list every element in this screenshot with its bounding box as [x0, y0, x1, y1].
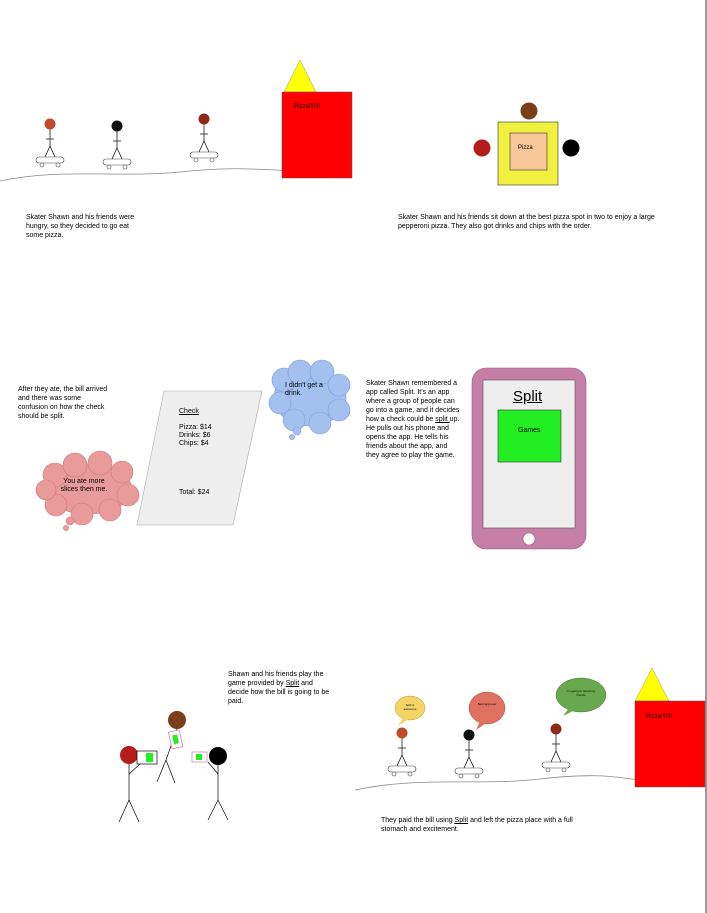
panel-1-caption: Skater Shawn and his friends were hungry…: [26, 214, 135, 239]
pizza-shop-roof: [634, 667, 670, 702]
ground-line: [354, 775, 641, 791]
panel-6-scene: [354, 667, 706, 791]
panel-2-caption: Skater Shawn and his friends sit down at…: [398, 214, 655, 230]
ground-line: [0, 168, 301, 182]
bubble-salmon-text: Best app ever: [477, 702, 497, 706]
skater-shawn-head: [168, 711, 186, 729]
bubble-red-text: You ate more slices then me.: [60, 478, 108, 493]
receipt-total: Total: $24: [179, 489, 210, 496]
friend-head: [120, 746, 138, 764]
panel-5-scene: [118, 711, 229, 823]
friend-head: [562, 139, 580, 157]
receipt-line-chips: Chips: $4: [179, 440, 209, 447]
speech-bubble-red: [468, 691, 506, 725]
pizza-shop-sign: Pizza!!!!!!!: [646, 714, 673, 720]
bubble-blue-text: I didn't get a drink.: [285, 382, 323, 397]
receipt-line-drinks: Drinks: $6: [179, 432, 211, 439]
skater-shawn: [387, 727, 417, 777]
skater-shawn: [35, 118, 65, 168]
panel-4-caption: Skater Shawn remembered a app called Spl…: [366, 380, 460, 459]
comic-artwork: [0, 59, 706, 823]
panel-5-caption: Shawn and his friends play the game prov…: [228, 671, 330, 705]
panel-6-caption: They paid the bill using Split and left …: [381, 817, 573, 833]
bubble-yellow-text: Split is awesome: [403, 703, 417, 711]
friend-head: [520, 102, 538, 120]
phone-home-button: [522, 532, 536, 546]
friend-head: [209, 747, 227, 765]
friend-skater: [189, 113, 219, 163]
receipt-line-pizza: Pizza: $14: [179, 424, 212, 431]
panel-1-scene: [0, 59, 353, 182]
games-button: [497, 409, 562, 463]
receipt-title: Check: [179, 408, 199, 415]
bubble-green-text: I'm going to tell all my friends: [566, 689, 596, 697]
games-button-label: Games: [518, 427, 541, 434]
thought-bubble-blue: [268, 359, 351, 440]
friend-skater: [541, 723, 571, 773]
receipt: [136, 390, 263, 526]
pizza-shop-roof: [283, 59, 317, 93]
friend-head: [473, 139, 491, 157]
friend-skater: [454, 729, 484, 779]
app-title: Split: [513, 388, 543, 405]
pizza-box-label: Pizza: [518, 145, 533, 151]
pizza-shop-sign: Pizza!!!!!!!: [294, 104, 321, 110]
friend-skater: [102, 120, 132, 170]
panel-3-caption: After they ate, the bill arrived and the…: [18, 386, 108, 420]
